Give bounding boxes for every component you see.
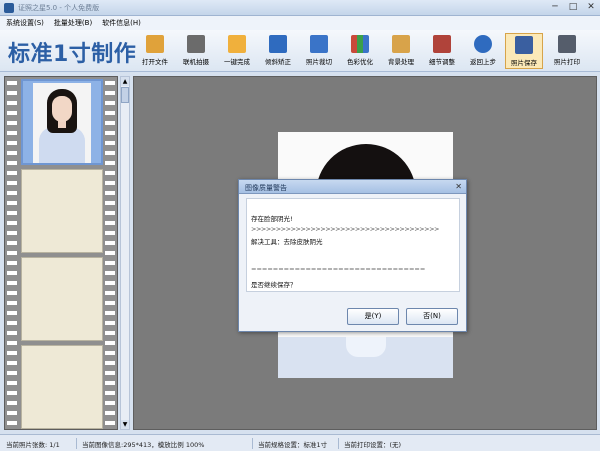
close-window-button[interactable]: ✕ [586,2,596,13]
thumbnail-slot-empty[interactable] [21,257,103,341]
photo-thumbnail [33,83,91,163]
status-image-info: 当前图像信息:295*413，模放比例 100% [82,441,205,449]
menu-bar: 系统设置(S) 批量处理(B) 软件信息(H) [0,16,600,30]
menu-software-info[interactable]: 软件信息(H) [102,18,141,28]
open-folder-icon [146,35,164,53]
no-button[interactable]: 否(N) [406,308,458,325]
menu-batch-processing[interactable]: 批量处理(B) [54,18,92,28]
maximize-button[interactable]: □ [568,2,578,13]
yes-button[interactable]: 是(Y) [347,308,399,325]
thumbnail-slot-empty[interactable] [21,345,103,429]
camera-icon [187,35,205,53]
photo-crop-button[interactable]: 照片裁切 [300,33,338,69]
dialog-title-bar: 图像质量警告 ✕ [239,180,466,194]
menu-system-settings[interactable]: 系统设置(S) [6,18,44,28]
title-bar: 证照之星5.0 - 个人免费版 ─ □ ✕ [0,0,600,16]
solution-message: 解决工具：去除皮肤阴光 [251,238,323,246]
status-photo-count: 当前照片张数: 1/1 [6,441,60,449]
undo-button[interactable]: 返回上步 [464,33,502,69]
window-controls: ─ □ ✕ [550,2,596,13]
background-brush-icon [392,35,410,53]
status-print-setting: 当前打印设置：(无) [344,441,402,449]
toolbar: 标准1寸制作 打开文件 联机拍摄 一键完成 倾斜矫正 照片裁切 色彩优化 背景处… [0,30,600,72]
tilt-correct-button[interactable]: 倾斜矫正 [259,33,297,69]
image-quality-warning-dialog: 图像质量警告 ✕ 存在脸部阴光! >>>>>>>>>>>>>>>>>>>>>>>… [238,179,467,332]
print-photo-button[interactable]: 照片打印 [548,33,586,69]
detail-adjust-icon [433,35,451,53]
scroll-thumb[interactable] [121,87,129,103]
undo-arrow-icon [474,35,492,53]
camera-capture-button[interactable]: 联机拍摄 [177,33,215,69]
crop-icon [310,35,328,53]
status-template: 当前规格设置：标准1寸 [258,441,328,449]
save-photo-button[interactable]: 照片保存 [505,33,543,69]
rotate-correct-icon [269,35,287,53]
dialog-message-panel: 存在脸部阴光! >>>>>>>>>>>>>>>>>>>>>>>>>>>>>>>>… [246,198,460,292]
filmstrip-scrollbar[interactable]: ▲ ▼ [120,76,130,430]
status-bar: 当前照片张数: 1/1 当前图像信息:295*413，模放比例 100% 当前规… [0,434,600,451]
dialog-close-icon[interactable]: ✕ [455,182,462,191]
film-perforation [7,77,17,429]
detail-adjust-button[interactable]: 细节调整 [423,33,461,69]
warning-message: 存在脸部阴光! [251,215,293,223]
app-icon [4,3,14,13]
hand-click-icon [228,35,246,53]
dash-divider: ================================ [251,265,426,273]
minimize-button[interactable]: ─ [550,2,560,13]
continue-question: 是否继续保存？ [251,281,297,289]
background-process-button[interactable]: 背景处理 [382,33,420,69]
window-title: 证照之星5.0 - 个人免费版 [18,4,100,12]
one-click-finish-button[interactable]: 一键完成 [218,33,256,69]
arrow-divider: >>>>>>>>>>>>>>>>>>>>>>>>>>>>>>>>>>>>>> [251,225,439,233]
open-file-button[interactable]: 打开文件 [136,33,174,69]
printer-icon [558,35,576,53]
dialog-title: 图像质量警告 [245,184,287,192]
thumbnail-filmstrip [4,76,118,430]
save-disk-icon [515,36,533,54]
scroll-down-arrow-icon[interactable]: ▼ [121,420,129,429]
color-optimize-button[interactable]: 色彩优化 [341,33,379,69]
film-perforation [105,77,115,429]
brand-title: 标准1寸制作 [8,42,137,67]
color-bars-icon [351,35,369,53]
scroll-up-arrow-icon[interactable]: ▲ [121,77,129,86]
thumbnail-slot-selected[interactable] [21,79,103,165]
thumbnail-slot-empty[interactable] [21,169,103,253]
